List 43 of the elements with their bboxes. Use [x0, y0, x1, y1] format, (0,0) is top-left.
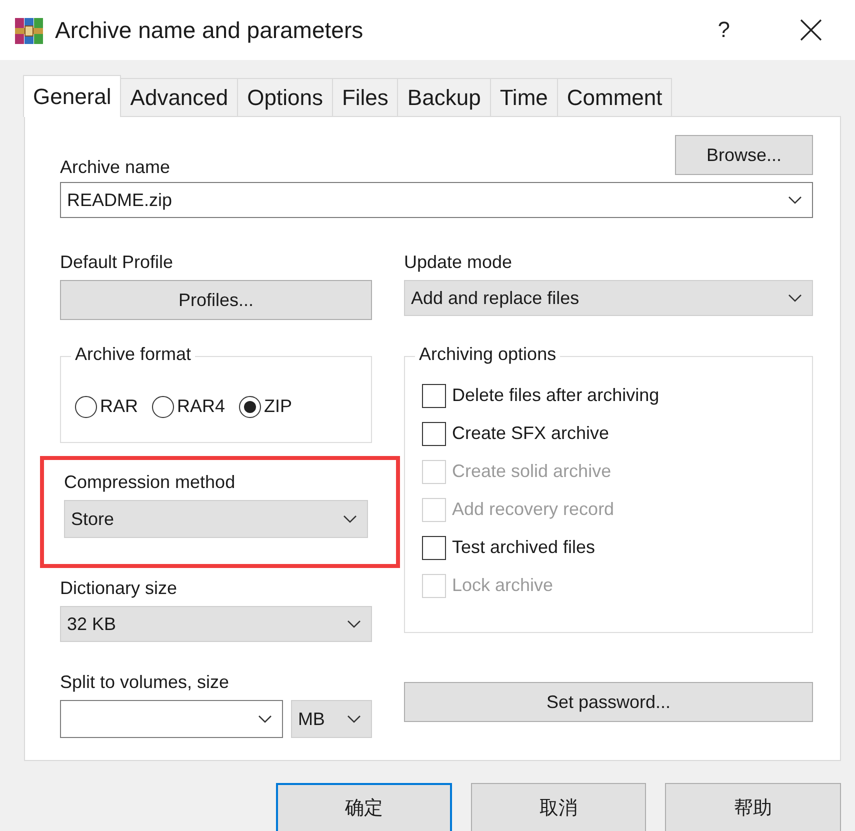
- chevron-down-icon: [347, 620, 361, 628]
- radio-option[interactable]: RAR: [75, 396, 138, 418]
- field-label: Compression method: [64, 472, 236, 493]
- browse-button[interactable]: Browse...: [675, 135, 813, 175]
- radio-option[interactable]: RAR4: [152, 396, 226, 418]
- chevron-down-icon: [258, 715, 272, 723]
- checkbox-option[interactable]: Create SFX archive: [422, 421, 812, 446]
- checkbox-option[interactable]: Delete files after archiving: [422, 383, 812, 408]
- field-label: Update mode: [404, 252, 514, 273]
- field-label: Split to volumes, size: [60, 672, 230, 693]
- group-title: Archiving options: [415, 344, 560, 365]
- field-label: Archive name: [60, 157, 170, 178]
- close-button[interactable]: [800, 19, 822, 41]
- help-button[interactable]: ?: [718, 17, 730, 43]
- dialog-button[interactable]: 确定: [276, 783, 452, 831]
- set-password-button[interactable]: Set password...: [404, 682, 813, 722]
- checkbox[interactable]: [422, 536, 446, 560]
- checkbox[interactable]: [422, 422, 446, 446]
- chevron-down-icon: [788, 196, 802, 204]
- tab[interactable]: Comment: [556, 78, 672, 116]
- volume-size-combo[interactable]: [60, 700, 283, 738]
- checkbox[interactable]: [422, 384, 446, 408]
- field-label: Dictionary size: [60, 578, 178, 599]
- dictionary-size-dropdown[interactable]: 32 KB: [60, 606, 372, 642]
- tab[interactable]: General: [23, 75, 122, 117]
- dialog-button[interactable]: 帮助: [665, 783, 841, 831]
- radio-button[interactable]: [239, 396, 262, 418]
- update-mode-dropdown[interactable]: Add and replace files: [404, 280, 813, 316]
- chevron-down-icon: [343, 515, 357, 523]
- radio-button[interactable]: [152, 396, 174, 418]
- profiles-button[interactable]: Profiles...: [60, 280, 372, 320]
- compression-method-dropdown[interactable]: Store: [64, 500, 368, 538]
- close-icon: [800, 19, 822, 41]
- radio-button[interactable]: [75, 396, 97, 418]
- chevron-down-icon: [788, 294, 802, 302]
- unit-dropdown[interactable]: MB: [290, 700, 372, 738]
- window-title: Archive name and parameters: [55, 16, 364, 44]
- chevron-down-icon: [347, 715, 361, 723]
- dialog-button[interactable]: 取消: [470, 783, 646, 831]
- field-label: Default Profile: [60, 252, 174, 273]
- checkbox-option[interactable]: Test archived files: [422, 535, 812, 560]
- archive-name-combo[interactable]: README.zip: [60, 182, 813, 218]
- radio-option[interactable]: ZIP: [239, 396, 292, 418]
